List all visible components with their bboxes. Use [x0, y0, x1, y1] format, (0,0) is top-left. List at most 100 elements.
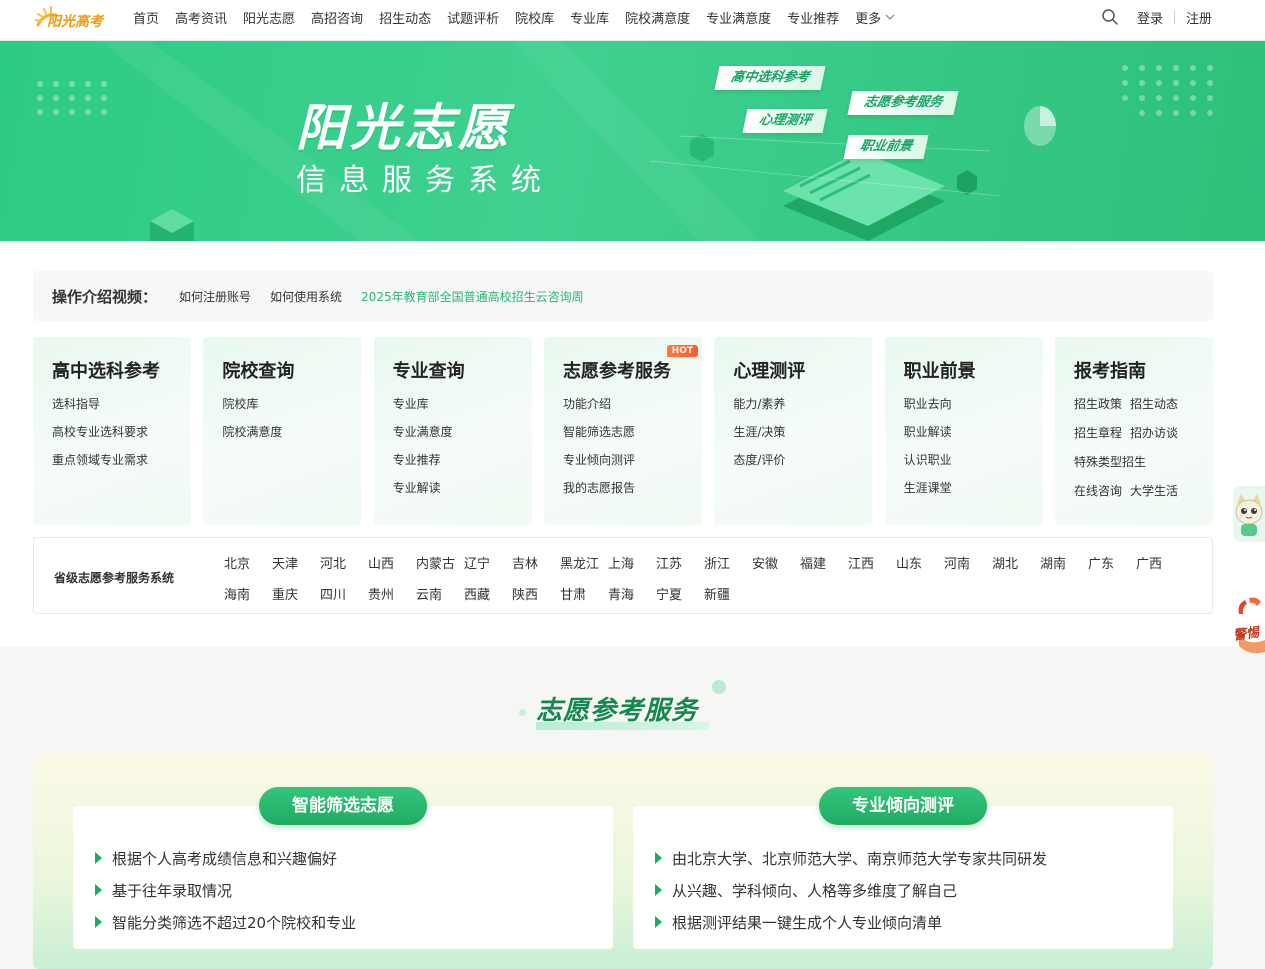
- nav-item-enrollment[interactable]: 招生动态: [379, 8, 431, 27]
- card-link[interactable]: 职业解读: [904, 424, 1043, 452]
- card-link[interactable]: 招生政策: [1074, 396, 1122, 425]
- province-link[interactable]: 河北: [320, 553, 368, 572]
- card-link[interactable]: 招生动态: [1130, 396, 1178, 425]
- province-link[interactable]: 贵州: [368, 584, 416, 603]
- province-link[interactable]: 江西: [848, 553, 896, 572]
- card-link[interactable]: 功能介绍: [563, 396, 702, 424]
- province-link[interactable]: 湖北: [992, 553, 1040, 572]
- card-link[interactable]: 认识职业: [904, 452, 1043, 480]
- province-link[interactable]: 黑龙江: [560, 553, 608, 572]
- hero-banner: 阳光志愿 信息服务系统 高中选科参考 志愿参考服务 心理测评 职业前景: [0, 41, 1265, 241]
- banner-subtitle: 信息服务系统: [296, 163, 554, 198]
- nav-item-home[interactable]: 首页: [133, 8, 159, 27]
- card-link[interactable]: 专业倾向测评: [563, 452, 702, 480]
- province-link[interactable]: 陕西: [512, 584, 560, 603]
- province-link[interactable]: 甘肃: [560, 584, 608, 603]
- province-link[interactable]: 上海: [608, 553, 656, 572]
- card-link[interactable]: 职业去向: [904, 396, 1043, 424]
- province-link[interactable]: 云南: [416, 584, 464, 603]
- intro-link-consult-week[interactable]: 2025年教育部全国普通高校招生云咨询周: [361, 288, 584, 305]
- nav-item-exam-review[interactable]: 试题评析: [447, 8, 499, 27]
- card-link[interactable]: 院校库: [222, 396, 361, 424]
- card-title[interactable]: 专业查询: [393, 357, 532, 383]
- banner-tag-subject: 高中选科参考: [714, 66, 826, 90]
- province-link[interactable]: 内蒙古: [416, 553, 464, 572]
- province-link[interactable]: 天津: [272, 553, 320, 572]
- nav-item-consult[interactable]: 高招咨询: [311, 8, 363, 27]
- category-cards: 高中选科参考 选科指导 高校专业选科要求 重点领域专业需求 院校查询 院校库 院…: [33, 337, 1213, 525]
- service-item: 从兴趣、学科倾向、人格等多维度了解自己: [655, 874, 1173, 906]
- card-link[interactable]: 院校满意度: [222, 424, 361, 452]
- province-link[interactable]: 广东: [1088, 553, 1136, 572]
- province-link[interactable]: 青海: [608, 584, 656, 603]
- nav-item-news[interactable]: 高考资讯: [175, 8, 227, 27]
- province-link[interactable]: 山东: [896, 553, 944, 572]
- province-link[interactable]: 吉林: [512, 553, 560, 572]
- smart-filter-button[interactable]: 智能筛选志愿: [259, 787, 427, 825]
- province-link[interactable]: 北京: [224, 553, 272, 572]
- province-link[interactable]: 湖南: [1040, 553, 1088, 572]
- nav-item-major-db[interactable]: 专业库: [570, 8, 609, 27]
- card-link[interactable]: 生涯课堂: [904, 480, 1043, 508]
- province-link[interactable]: 福建: [800, 553, 848, 572]
- card-link[interactable]: 专业满意度: [393, 424, 532, 452]
- card-link[interactable]: 招生章程: [1074, 425, 1122, 454]
- card-link[interactable]: 在线咨询: [1074, 483, 1122, 512]
- search-icon[interactable]: [1101, 8, 1119, 26]
- card-title[interactable]: 院校查询: [222, 357, 361, 383]
- service-item-text: 基于往年录取情况: [112, 881, 233, 900]
- card-link[interactable]: 我的志愿报告: [563, 480, 702, 508]
- province-link[interactable]: 宁夏: [656, 584, 704, 603]
- province-link[interactable]: 西藏: [464, 584, 512, 603]
- province-link[interactable]: 重庆: [272, 584, 320, 603]
- card-title[interactable]: 职业前景: [904, 357, 1043, 383]
- card-title[interactable]: 心理测评: [733, 357, 872, 383]
- service-item: 根据个人高考成绩信息和兴趣偏好: [95, 842, 613, 874]
- nav-item-major-satisfaction[interactable]: 专业满意度: [706, 8, 771, 27]
- login-link[interactable]: 登录: [1137, 8, 1163, 27]
- triangle-bullet-icon: [655, 852, 662, 864]
- card-title[interactable]: 报考指南: [1074, 357, 1213, 383]
- province-link[interactable]: 新疆: [704, 584, 752, 603]
- category-card-subject: 高中选科参考 选科指导 高校专业选科要求 重点领域专业需求: [33, 337, 191, 525]
- card-link[interactable]: 生涯/决策: [733, 424, 872, 452]
- card-link[interactable]: 专业推荐: [393, 452, 532, 480]
- card-link[interactable]: 能力/素养: [733, 396, 872, 424]
- nav-item-sunshine[interactable]: 阳光志愿: [243, 8, 295, 27]
- card-link[interactable]: 选科指导: [52, 396, 191, 424]
- province-link[interactable]: 辽宁: [464, 553, 512, 572]
- intro-link-register[interactable]: 如何注册账号: [179, 288, 251, 305]
- card-link[interactable]: 智能筛选志愿: [563, 424, 702, 452]
- nav-item-more[interactable]: 更多: [855, 8, 895, 27]
- province-link[interactable]: 山西: [368, 553, 416, 572]
- alert-float-banner[interactable]: 警惕: [1231, 590, 1265, 670]
- category-card-major: 专业查询 专业库 专业满意度 专业推荐 专业解读: [373, 337, 532, 525]
- card-link[interactable]: 专业库: [393, 396, 532, 424]
- banner-tag-service: 志愿参考服务: [847, 91, 959, 115]
- province-link[interactable]: 河南: [944, 553, 992, 572]
- card-link[interactable]: 招办访谈: [1130, 425, 1178, 454]
- intro-link-usage[interactable]: 如何使用系统: [270, 288, 342, 305]
- card-link[interactable]: 大学生活: [1130, 483, 1178, 512]
- service-item: 由北京大学、北京师范大学、南京师范大学专家共同研发: [655, 842, 1173, 874]
- card-link[interactable]: 特殊类型招生: [1074, 454, 1146, 483]
- province-link[interactable]: 海南: [224, 584, 272, 603]
- nav-item-college-db[interactable]: 院校库: [515, 8, 554, 27]
- province-link[interactable]: 四川: [320, 584, 368, 603]
- province-link[interactable]: 安徽: [752, 553, 800, 572]
- card-link[interactable]: 专业解读: [393, 480, 532, 508]
- nav-item-college-satisfaction[interactable]: 院校满意度: [625, 8, 690, 27]
- card-link[interactable]: 重点领域专业需求: [52, 452, 191, 480]
- province-link[interactable]: 江苏: [656, 553, 704, 572]
- province-link[interactable]: 广西: [1136, 553, 1184, 572]
- card-link[interactable]: 态度/评价: [733, 452, 872, 480]
- nav-item-major-recommend[interactable]: 专业推荐: [787, 8, 839, 27]
- province-link[interactable]: 浙江: [704, 553, 752, 572]
- major-tendency-button[interactable]: 专业倾向测评: [819, 787, 987, 825]
- card-title[interactable]: 志愿参考服务: [563, 357, 702, 383]
- card-title[interactable]: 高中选科参考: [52, 357, 191, 383]
- mascot-float-button[interactable]: [1233, 486, 1265, 542]
- card-link[interactable]: 高校专业选科要求: [52, 424, 191, 452]
- register-link[interactable]: 注册: [1186, 8, 1212, 27]
- site-logo[interactable]: 阳光高考: [34, 3, 114, 35]
